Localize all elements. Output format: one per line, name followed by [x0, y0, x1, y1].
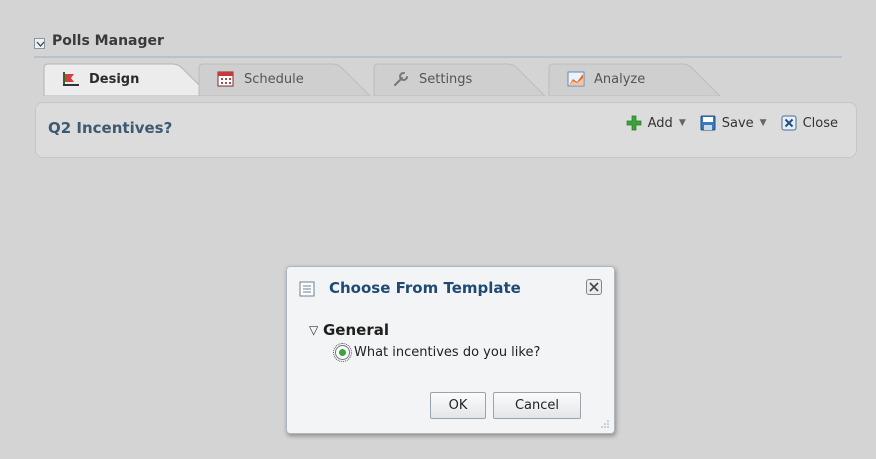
add-label: Add — [647, 115, 673, 131]
expand-triangle-icon[interactable]: ▽ — [309, 323, 321, 337]
panel-header: Polls Manager — [34, 30, 842, 58]
wrench-icon — [394, 72, 408, 86]
tab-design-label: Design — [89, 71, 140, 87]
template-icon — [299, 281, 315, 297]
close-label: Close — [802, 115, 838, 131]
toolbar: Add ▼ Save ▼ Close — [612, 115, 838, 131]
collapse-toggle-icon[interactable] — [34, 38, 45, 49]
tree-node-label: General — [323, 321, 389, 339]
content-region: Q2 Incentives? Add ▼ Save ▼ Close — [35, 102, 857, 158]
add-dropdown-icon[interactable]: ▼ — [679, 118, 686, 128]
content-title: Q2 Incentives? — [48, 119, 173, 137]
tab-analyze[interactable]: Analyze — [547, 62, 722, 96]
save-icon — [700, 115, 716, 131]
add-button[interactable]: Add ▼ — [626, 115, 686, 131]
close-button[interactable]: Close — [781, 115, 838, 131]
tab-analyze-label: Analyze — [594, 71, 646, 87]
save-dropdown-icon[interactable]: ▼ — [760, 118, 767, 128]
save-label: Save — [721, 115, 754, 131]
tab-settings-label: Settings — [419, 71, 473, 87]
save-button[interactable]: Save ▼ — [700, 115, 767, 131]
chart-icon — [567, 71, 585, 87]
dialog-close-icon[interactable] — [586, 279, 602, 295]
design-icon — [63, 72, 79, 86]
close-icon — [781, 115, 797, 131]
cancel-button[interactable]: Cancel — [493, 392, 581, 419]
dialog-title: Choose From Template — [329, 279, 521, 297]
panel-title: Polls Manager — [52, 33, 164, 49]
tree-node-general[interactable]: ▽ General — [309, 321, 389, 339]
calendar-icon — [217, 71, 234, 87]
ok-button[interactable]: OK — [430, 392, 486, 419]
tab-settings[interactable]: Settings — [372, 62, 547, 96]
template-option-label: What incentives do you like? — [354, 345, 541, 360]
tab-design[interactable]: Design — [42, 62, 212, 96]
plus-icon — [626, 115, 641, 131]
dialog-header[interactable]: Choose From Template — [287, 267, 614, 311]
tab-schedule-label: Schedule — [244, 71, 304, 87]
resize-grip-icon[interactable] — [599, 418, 609, 428]
tab-bar: Design Schedule Settings Analyze — [42, 62, 742, 96]
tab-schedule[interactable]: Schedule — [197, 62, 372, 96]
template-option[interactable]: What incentives do you like? — [333, 343, 541, 362]
choose-template-dialog: Choose From Template ▽ General What ince… — [286, 266, 615, 434]
radio-button[interactable] — [333, 343, 352, 362]
